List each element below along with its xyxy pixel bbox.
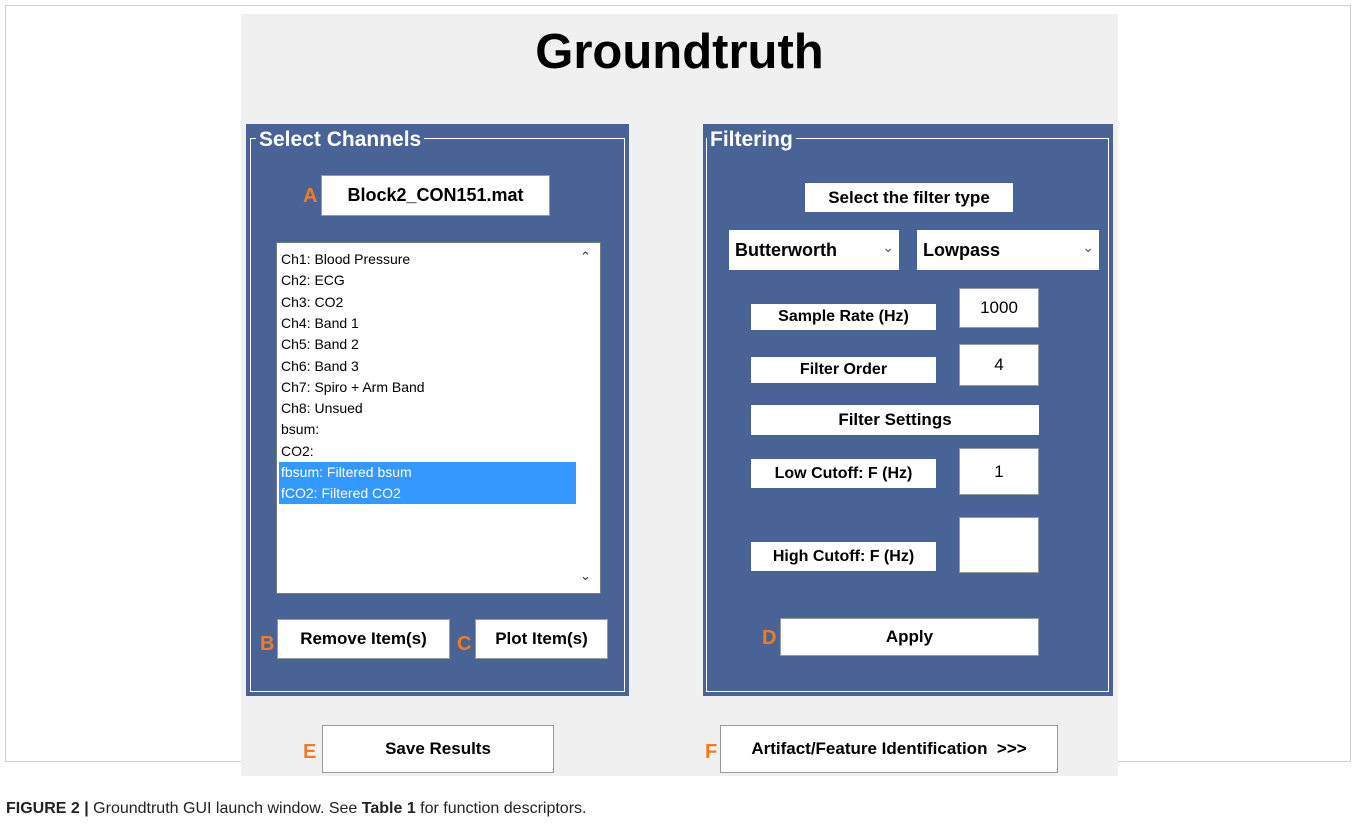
marker-f: F: [705, 741, 718, 763]
caption-text-2: for function descriptors.: [415, 800, 587, 817]
list-item[interactable]: bsum:: [279, 419, 319, 440]
filtering-legend: Filtering: [707, 128, 796, 152]
marker-e: E: [303, 741, 317, 763]
scroll-down-icon[interactable]: ⌄: [580, 568, 591, 584]
apply-button[interactable]: Apply: [780, 618, 1039, 656]
remove-items-button[interactable]: Remove Item(s): [277, 619, 450, 659]
artifact-feature-identification-button[interactable]: Artifact/Feature Identification >>>: [720, 725, 1058, 773]
caption-text-1: Groundtruth GUI launch window. See: [88, 800, 362, 817]
scroll-up-icon[interactable]: ⌃: [580, 249, 591, 265]
list-item[interactable]: Ch6: Band 3: [279, 356, 359, 377]
list-item[interactable]: Ch7: Spiro + Arm Band: [279, 377, 425, 398]
figure-label: FIGURE 2 |: [6, 800, 89, 817]
select-channels-legend: Select Channels: [256, 128, 425, 152]
list-item[interactable]: Ch4: Band 1: [279, 313, 359, 334]
table-reference: Table 1: [361, 800, 416, 817]
marker-b: B: [260, 633, 275, 655]
marker-a: A: [303, 185, 318, 207]
save-results-button[interactable]: Save Results: [322, 725, 554, 773]
filter-type-label: Select the filter type: [805, 183, 1013, 212]
figure-caption: FIGURE 2 | Groundtruth GUI launch window…: [6, 800, 586, 818]
chevron-down-icon: ⌄: [882, 239, 894, 255]
list-item[interactable]: Ch3: CO2: [279, 292, 343, 313]
list-item[interactable]: CO2:: [279, 441, 314, 462]
chevron-down-icon: ⌄: [1082, 239, 1094, 255]
low-cutoff-label: Low Cutoff: F (Hz): [751, 459, 936, 488]
sample-rate-label: Sample Rate (Hz): [751, 304, 936, 330]
filter-order-label: Filter Order: [751, 357, 936, 383]
list-item[interactable]: fCO2: Filtered CO2: [279, 483, 576, 505]
marker-c: C: [457, 633, 472, 655]
filter-response-select[interactable]: Lowpass ⌄: [917, 230, 1099, 270]
filter-order-input[interactable]: 4: [959, 344, 1039, 386]
filter-response-value: Lowpass: [923, 239, 1001, 260]
marker-d: D: [762, 627, 777, 649]
high-cutoff-input[interactable]: [959, 517, 1039, 573]
low-cutoff-input[interactable]: 1: [959, 448, 1039, 495]
filtering-panel: Filtering Select the filter type Butterw…: [703, 124, 1113, 696]
high-cutoff-label: High Cutoff: F (Hz): [751, 542, 936, 571]
list-item[interactable]: fbsum: Filtered bsum: [279, 462, 576, 483]
filter-design-value: Butterworth: [735, 239, 837, 260]
plot-items-button[interactable]: Plot Item(s): [475, 619, 608, 659]
window-title: Groundtruth: [535, 25, 824, 79]
list-item[interactable]: Ch8: Unsued: [279, 398, 363, 419]
select-channels-panel: Select Channels A Block2_CON151.mat Ch1:…: [246, 124, 629, 696]
list-item[interactable]: Ch2: ECG: [279, 270, 345, 291]
list-item[interactable]: Ch5: Band 2: [279, 334, 359, 355]
sample-rate-input[interactable]: 1000: [959, 288, 1039, 328]
channel-listbox[interactable]: Ch1: Blood Pressure Ch2: ECG Ch3: CO2 Ch4: …: [276, 242, 601, 594]
filter-design-select[interactable]: Butterworth ⌄: [729, 230, 899, 270]
file-select-button[interactable]: Block2_CON151.mat: [321, 175, 550, 216]
filter-settings-label: Filter Settings: [751, 405, 1039, 435]
list-item[interactable]: Ch1: Blood Pressure: [279, 249, 410, 270]
